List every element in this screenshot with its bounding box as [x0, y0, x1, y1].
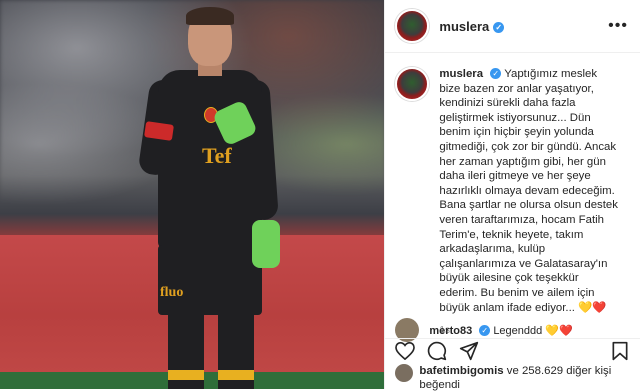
likes-row: bafetimbigomis ve 258.629 diğer kişi beğ… — [395, 364, 640, 392]
comment-emoji: 💛❤️ — [545, 324, 573, 337]
comment-username[interactable]: merto83 — [429, 325, 472, 337]
verified-icon: ✓ — [479, 325, 491, 337]
shorts-sponsor: fluo — [160, 285, 184, 300]
caption-emoji: 💛❤️ — [578, 301, 607, 314]
action-bar — [385, 338, 640, 362]
right-glove — [252, 220, 280, 268]
post-photo[interactable]: Tef fluo — [0, 0, 385, 389]
header-username[interactable]: muslera ✓ — [439, 19, 505, 34]
caption-avatar[interactable] — [395, 67, 430, 101]
profile-avatar[interactable] — [395, 9, 430, 43]
comment-icon[interactable] — [427, 341, 447, 361]
comment-text: merto83 ✓ Legenddd 💛❤️ — [429, 324, 572, 337]
instagram-post: Tef fluo muslera ✓ ••• muslera ✓ Yaptığım… — [0, 0, 640, 392]
post-header: muslera ✓ ••• — [385, 0, 640, 53]
comment-body: Legenddd — [493, 324, 543, 337]
shorts — [158, 245, 262, 315]
likes-text: bafetimbigomis ve 258.629 diğer kişi beğ… — [419, 364, 640, 392]
goalkeeper-figure: Tef fluo — [137, 5, 280, 389]
liker-username[interactable]: bafetimbigomis — [419, 365, 503, 377]
verified-icon: ✓ — [493, 21, 505, 33]
player-hair — [186, 7, 234, 25]
caption-username[interactable]: muslera — [439, 68, 483, 80]
caption: muslera ✓ Yaptığımız meslek bize bazen z… — [385, 53, 640, 315]
jersey-sponsor: Tef — [202, 143, 232, 168]
verified-icon: ✓ — [490, 68, 502, 80]
caption-text: Yaptığımız meslek bize bazen zor anlar y… — [439, 68, 618, 314]
right-sock-band — [218, 370, 254, 380]
more-options-icon[interactable]: ••• — [608, 17, 628, 35]
share-icon[interactable] — [459, 341, 479, 361]
liker-avatar[interactable] — [395, 364, 414, 382]
heart-icon[interactable] — [395, 341, 416, 361]
left-sock-band — [168, 370, 204, 380]
bookmark-icon[interactable] — [610, 341, 630, 361]
caption-body: muslera ✓ Yaptığımız meslek bize bazen z… — [439, 67, 619, 315]
post-side-panel: muslera ✓ ••• muslera ✓ Yaptığımız meslek… — [384, 0, 640, 392]
